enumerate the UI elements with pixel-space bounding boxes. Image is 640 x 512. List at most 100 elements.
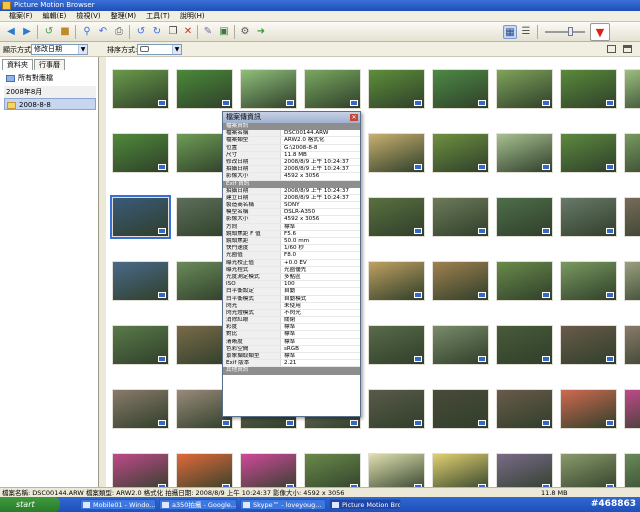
photo-thumbnail[interactable]	[496, 69, 553, 109]
photo-thumbnail[interactable]	[624, 69, 640, 109]
photo-thumbnail[interactable]	[432, 69, 489, 109]
photo-thumbnail[interactable]	[432, 453, 489, 487]
tree-item-all-files[interactable]: 所有對應檔	[4, 72, 96, 84]
pane-splitter[interactable]	[99, 57, 106, 487]
photo-thumbnail[interactable]	[112, 133, 169, 173]
properties-section-header[interactable]: 檔案資訊	[223, 123, 360, 131]
rotate-left-icon[interactable]: ↺	[134, 25, 148, 39]
photo-thumbnail[interactable]	[624, 197, 640, 237]
photo-thumbnail[interactable]	[432, 133, 489, 173]
photo-thumbnail[interactable]	[176, 69, 233, 109]
taskbar-item-mobile01[interactable]: Mobile01 - Windo...	[80, 499, 156, 510]
photo-thumbnail[interactable]	[112, 453, 169, 487]
photo-thumbnail[interactable]	[304, 69, 361, 109]
zoom-icon[interactable]: ⚲	[80, 25, 94, 39]
photo-thumbnail[interactable]	[432, 325, 489, 365]
photo-thumbnail[interactable]	[560, 453, 617, 487]
property-key: 影像大小	[223, 173, 281, 180]
zoom-slider-track[interactable]	[545, 31, 585, 33]
back-arrow-icon[interactable]: ◀	[4, 25, 18, 39]
print-icon[interactable]: ⎙	[112, 25, 126, 39]
photo-thumbnail[interactable]	[368, 453, 425, 487]
tree-item-label: 2008年8月	[6, 88, 43, 96]
photo-thumbnail[interactable]	[624, 133, 640, 173]
photo-thumbnail[interactable]	[560, 261, 617, 301]
photo-thumbnail[interactable]	[624, 261, 640, 301]
menu-view[interactable]: 檢視(V)	[71, 11, 105, 21]
photo-thumbnail[interactable]	[432, 197, 489, 237]
edit-icon[interactable]: ✎	[201, 25, 215, 39]
photo-thumbnail[interactable]	[560, 133, 617, 173]
photo-thumbnail[interactable]	[560, 325, 617, 365]
photo-thumbnail[interactable]	[432, 261, 489, 301]
property-value: DSLR-A350	[284, 209, 316, 216]
photo-thumbnail[interactable]	[176, 453, 233, 487]
menu-edit[interactable]: 編輯(E)	[38, 11, 72, 21]
photo-thumbnail[interactable]	[560, 69, 617, 109]
menu-organize[interactable]: 整理(M)	[106, 11, 142, 21]
properties-section-header[interactable]: Exif 資訊	[223, 180, 360, 188]
zoom-slider-thumb[interactable]	[568, 27, 573, 36]
tab-calendar[interactable]: 行事曆	[34, 59, 65, 70]
photo-thumbnail[interactable]	[112, 261, 169, 301]
photo-thumbnail[interactable]	[368, 69, 425, 109]
photo-thumbnail[interactable]	[624, 325, 640, 365]
photo-thumbnail[interactable]	[112, 325, 169, 365]
photo-thumbnail[interactable]	[624, 453, 640, 487]
start-button[interactable]: start	[0, 497, 60, 512]
photo-thumbnail[interactable]	[304, 453, 361, 487]
photo-thumbnail[interactable]	[240, 69, 297, 109]
taskbar-item-skype[interactable]: Skype™ - loveyoug...	[240, 499, 326, 510]
menu-file[interactable]: 檔案(F)	[4, 11, 38, 21]
window-icon	[162, 502, 169, 508]
menu-tools[interactable]: 工具(T)	[141, 11, 175, 21]
option-bar: 顯示方式: 修改日期 ▼ 排序方式: ▼	[0, 42, 640, 57]
sort-mode-select[interactable]: ▼	[137, 44, 182, 55]
photo-thumbnail[interactable]	[496, 261, 553, 301]
thumbnail-view-icon[interactable]: ▦	[503, 25, 517, 39]
close-icon[interactable]: ✕	[350, 114, 358, 121]
download-icon[interactable]: ▼	[590, 23, 610, 41]
photo-thumbnail[interactable]	[368, 133, 425, 173]
photo-thumbnail[interactable]	[110, 195, 171, 239]
photo-thumbnail[interactable]	[368, 325, 425, 365]
tree-item-date-folder[interactable]: 2008-8-8	[4, 98, 96, 110]
panel-toggle-icon[interactable]	[607, 45, 616, 53]
properties-section-header[interactable]: 其他資訊	[223, 367, 360, 375]
copy-icon[interactable]: ❐	[166, 25, 180, 39]
tools-icon[interactable]: ⚙	[238, 25, 252, 39]
photo-thumbnail[interactable]	[368, 197, 425, 237]
photo-thumbnail[interactable]	[496, 389, 553, 429]
photo-thumbnail[interactable]	[496, 133, 553, 173]
tab-folders[interactable]: 資料夾	[2, 59, 33, 70]
photo-thumbnail[interactable]	[112, 389, 169, 429]
import-icon[interactable]: ↺	[42, 25, 56, 39]
photo-thumbnail[interactable]	[240, 453, 297, 487]
rotate-right-icon[interactable]: ↻	[150, 25, 164, 39]
forward-arrow-icon[interactable]: ▶	[20, 25, 34, 39]
export-icon[interactable]: ➜	[254, 25, 268, 39]
property-value: 100	[284, 281, 295, 288]
photo-thumbnail[interactable]	[624, 389, 640, 429]
photo-thumbnail[interactable]	[496, 197, 553, 237]
list-view-icon[interactable]: ☰	[519, 25, 533, 39]
taskbar-item-google[interactable]: a350拍攝 - Google...	[159, 499, 237, 510]
photo-thumbnail[interactable]	[368, 261, 425, 301]
delete-icon[interactable]: ✕	[181, 25, 195, 39]
folder-open-icon[interactable]: ■	[58, 25, 72, 39]
photo-thumbnail[interactable]	[496, 325, 553, 365]
tree-item-month[interactable]: 2008年8月	[4, 86, 96, 98]
taskbar-item-picture-motion-browser[interactable]: Picture Motion Bro...	[329, 499, 401, 510]
photo-thumbnail[interactable]	[560, 389, 617, 429]
photo-thumbnail[interactable]	[560, 197, 617, 237]
property-value: 2008/8/9 上午 10:24:37	[284, 166, 349, 173]
menu-help[interactable]: 說明(H)	[175, 11, 210, 21]
photo-thumbnail[interactable]	[112, 69, 169, 109]
photo-thumbnail[interactable]	[368, 389, 425, 429]
display-mode-select[interactable]: 修改日期 ▼	[31, 44, 88, 55]
photo-thumbnail[interactable]	[496, 453, 553, 487]
rotate-left-icon[interactable]: ↶	[96, 25, 110, 39]
panel-layout-icon[interactable]	[623, 45, 632, 53]
slideshow-icon[interactable]: ▣	[217, 25, 231, 39]
photo-thumbnail[interactable]	[432, 389, 489, 429]
